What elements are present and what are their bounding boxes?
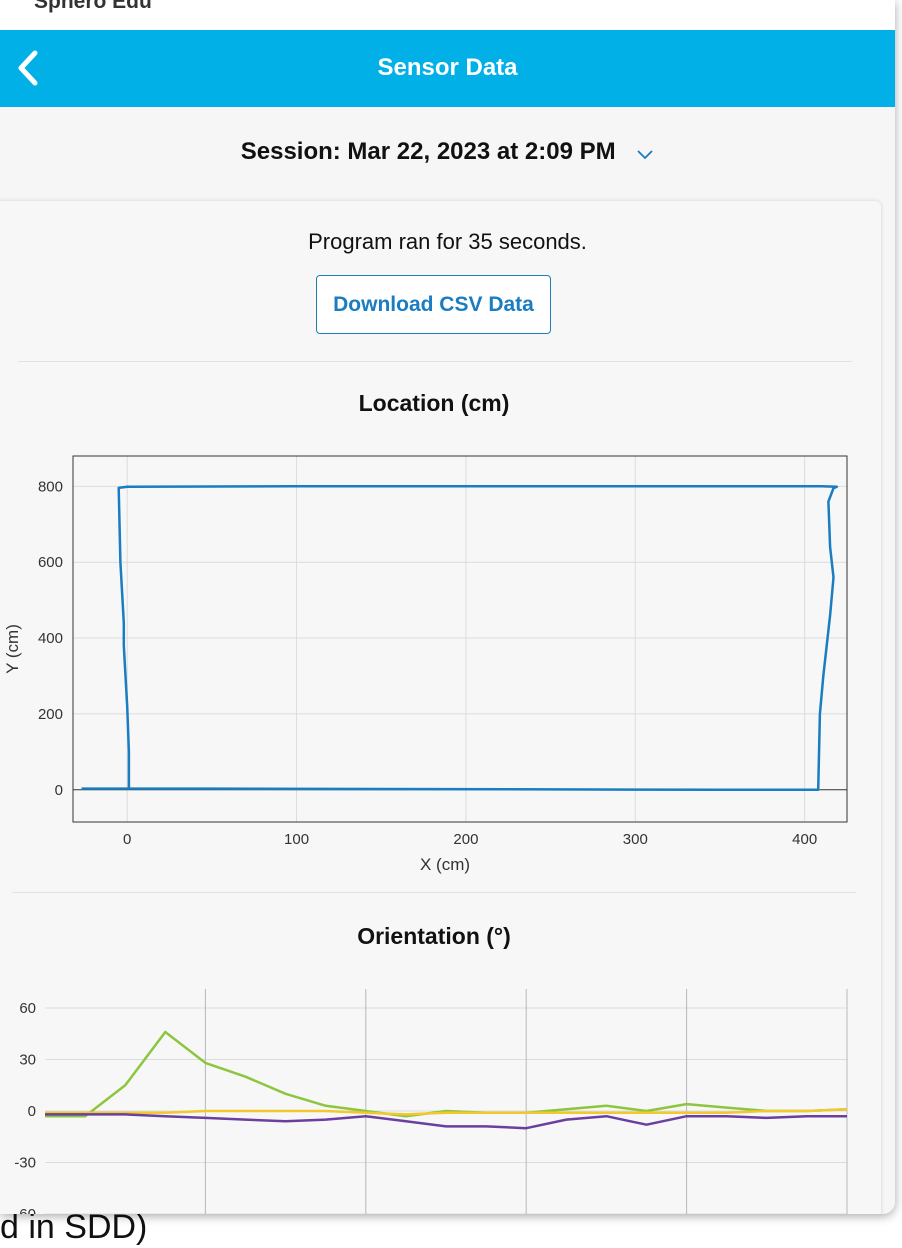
- orientation-series-line: [45, 1113, 847, 1130]
- app-name: Sphero Edu: [34, 0, 152, 13]
- divider: [12, 892, 856, 893]
- session-label: Session: Mar 22, 2023 at 2:09 PM: [240, 138, 616, 165]
- download-csv-button[interactable]: Download CSV Data: [316, 275, 551, 334]
- y-tick-label: 800: [38, 478, 63, 495]
- y-tick-label: 600: [38, 554, 63, 571]
- x-tick-label: 200: [453, 831, 478, 848]
- y-tick-label: 400: [38, 630, 63, 647]
- orientation-chart-title: Orientation (°): [357, 923, 511, 949]
- app-window: Sphero Edu Sensor Data Session: Mar 22, …: [0, 0, 895, 1214]
- run-duration-text: Program ran for 35 seconds.: [308, 229, 587, 254]
- y-axis-label: Y (cm): [3, 624, 22, 674]
- x-axis-label: X (cm): [420, 855, 470, 874]
- x-tick-label: 300: [623, 831, 648, 848]
- y-tick-label: -30: [14, 1155, 36, 1172]
- y-tick-label: 30: [19, 1052, 36, 1069]
- title-bar: Sphero Edu: [0, 0, 895, 30]
- session-selector[interactable]: Session: Mar 22, 2023 at 2:09 PM: [0, 138, 895, 167]
- x-tick-label: 400: [792, 831, 817, 848]
- y-tick-label: 200: [38, 706, 63, 723]
- y-tick-label: 0: [55, 782, 63, 799]
- y-tick-label: 60: [19, 1000, 36, 1017]
- divider: [18, 361, 852, 362]
- y-tick-label: 0: [28, 1103, 36, 1120]
- nav-bar: Sensor Data: [0, 30, 895, 107]
- page-title: Sensor Data: [377, 54, 518, 81]
- orientation-chart: 60 30 0 -30 -60: [14, 989, 848, 1214]
- location-chart: 0 100 200 300 400 0 200 400 600 800 X (cm) Y (cm): [3, 455, 848, 874]
- orientation-series-line: [45, 1030, 848, 1118]
- plot-area: [73, 456, 847, 822]
- x-tick-label: 0: [123, 831, 131, 848]
- y-tick-label: -60: [14, 1206, 36, 1214]
- chevron-down-icon[interactable]: [636, 139, 654, 167]
- x-tick-label: 100: [284, 831, 309, 848]
- location-chart-title: Location (cm): [358, 390, 510, 416]
